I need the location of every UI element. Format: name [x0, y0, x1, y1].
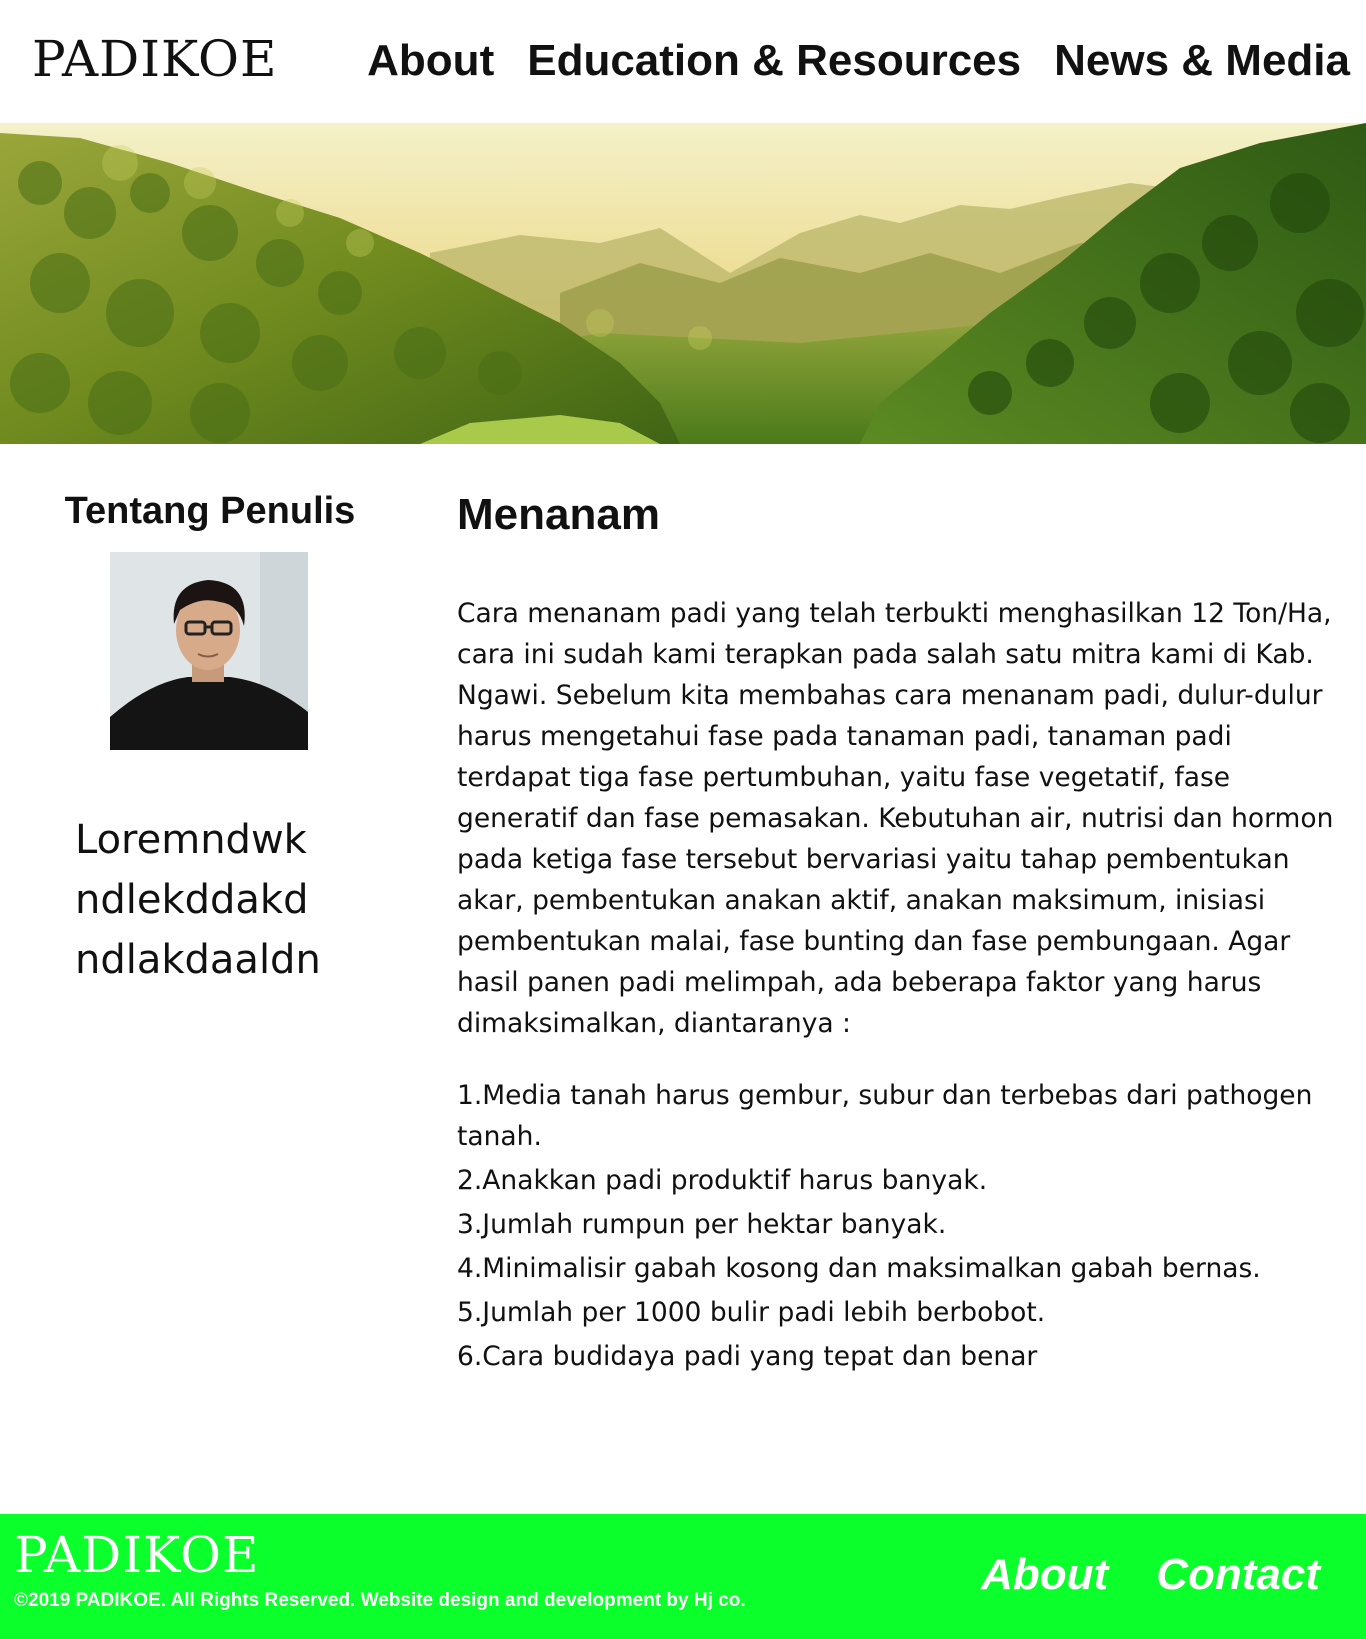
footer-copyright: ©2019 PADIKOE. All Rights Reserved. Webs…: [14, 1590, 746, 1611]
article: Menanam Cara menanam padi yang telah ter…: [457, 490, 1352, 1372]
author-bio: Loremndwk ndlekddakd ndlakdaaldn: [75, 817, 321, 983]
site-footer: PADIKOE ©2019 PADIKOE. All Rights Reserv…: [0, 1514, 1366, 1639]
main-nav: About Education & Resources News & Media: [367, 36, 1350, 86]
nav-education-resources[interactable]: Education & Resources: [527, 36, 1021, 86]
list-item: 3.Jumlah rumpun per hektar banyak.: [457, 1209, 947, 1240]
hero-banner-image: [0, 123, 1366, 444]
footer-nav: About Contact: [981, 1550, 1320, 1600]
author-sidebar: Tentang Penulis Loremndwk ndlekddakd ndl…: [20, 490, 400, 983]
article-title: Menanam: [457, 490, 660, 539]
list-item: 2.Anakkan padi produktif harus banyak.: [457, 1165, 988, 1196]
footer-nav-about[interactable]: About: [981, 1550, 1108, 1600]
site-header: PADIKOE About Education & Resources News…: [0, 0, 1366, 123]
sidebar-title: Tentang Penulis: [64, 490, 356, 532]
footer-nav-contact[interactable]: Contact: [1156, 1550, 1320, 1600]
article-body: Cara menanam padi yang telah terbukti me…: [457, 598, 1334, 1039]
author-photo: [110, 552, 308, 750]
list-item: 4.Minimalisir gabah kosong dan maksimalk…: [457, 1253, 1261, 1284]
list-item: 5.Jumlah per 1000 bulir padi lebih berbo…: [457, 1297, 1046, 1328]
article-list: 1.Media tanah harus gembur, subur dan te…: [457, 1075, 1352, 1380]
nav-about[interactable]: About: [367, 36, 494, 86]
nav-news-media[interactable]: News & Media: [1054, 36, 1350, 86]
site-logo[interactable]: PADIKOE: [32, 30, 278, 88]
footer-logo[interactable]: PADIKOE: [14, 1526, 260, 1584]
list-item: 1.Media tanah harus gembur, subur dan te…: [457, 1080, 1313, 1152]
list-item: 6.Cara budidaya padi yang tepat dan bena…: [457, 1341, 1038, 1372]
